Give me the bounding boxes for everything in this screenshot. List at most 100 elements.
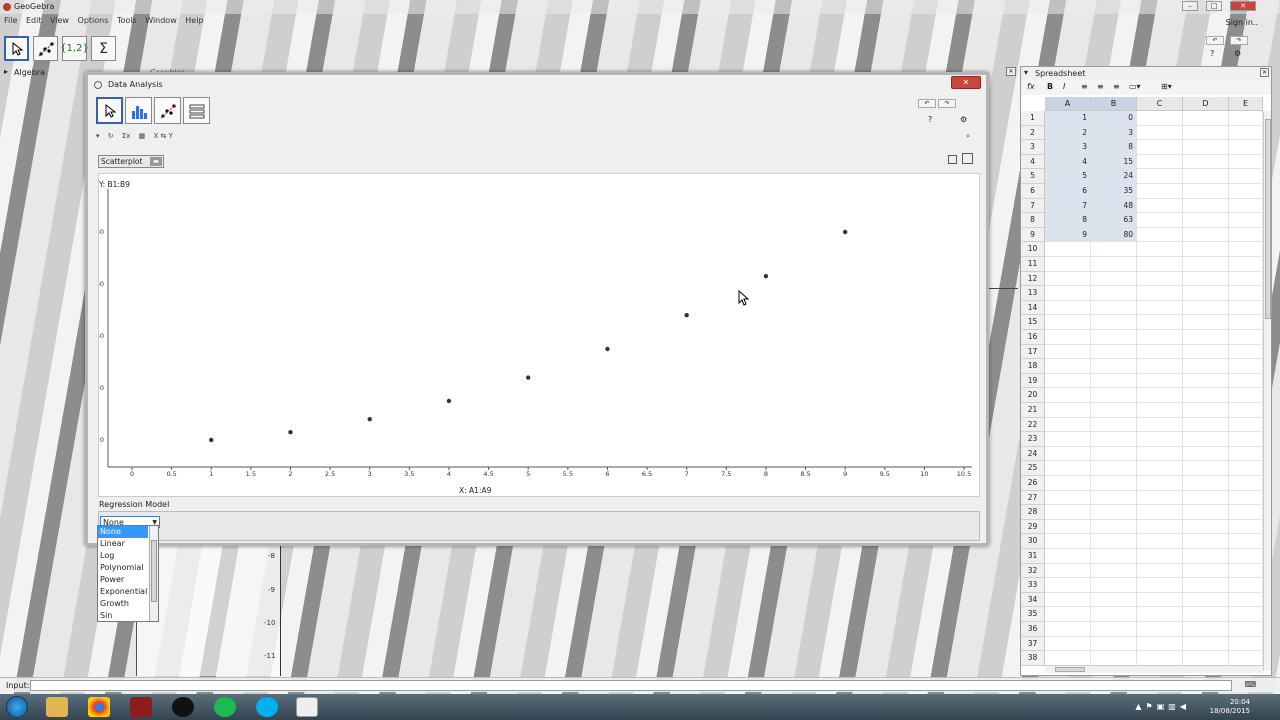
spreadsheet-cell[interactable] [1183, 519, 1229, 535]
spreadsheet-cell[interactable] [1091, 344, 1137, 360]
move-arrow-icon[interactable] [96, 97, 123, 124]
spreadsheet-cell[interactable] [1229, 607, 1263, 622]
spreadsheet-cell[interactable] [1229, 271, 1263, 287]
spreadsheet-cell[interactable] [1045, 417, 1091, 433]
spreadsheet-cell[interactable] [1091, 403, 1137, 418]
plot-type-select[interactable]: Scatterplot ▬ [98, 155, 164, 168]
spreadsheet-cell[interactable] [1045, 359, 1091, 374]
spreadsheet-cell[interactable] [1137, 242, 1183, 257]
spreadsheet-cell[interactable] [1091, 534, 1137, 549]
settings-gear-icon[interactable]: ⚙ [1234, 49, 1241, 58]
spreadsheet-cell[interactable] [1091, 271, 1137, 287]
close-view-button[interactable]: ✕ [1006, 67, 1016, 76]
geogebra-taskbar-icon[interactable] [296, 697, 318, 717]
menu-file[interactable]: File [4, 16, 17, 25]
skype-icon[interactable] [256, 697, 278, 717]
chrome-icon[interactable] [88, 697, 110, 717]
spreadsheet-cell[interactable] [1183, 563, 1229, 579]
spreadsheet-cell[interactable] [1137, 373, 1183, 389]
spreadsheet-cell[interactable] [1229, 184, 1263, 199]
spreadsheet-horizontal-scrollbar[interactable] [1045, 665, 1263, 673]
spreadsheet-cell[interactable] [1045, 519, 1091, 535]
spreadsheet-cell[interactable]: 2 [1045, 125, 1091, 141]
row-header[interactable]: 21 [1021, 403, 1045, 418]
spreadsheet-cell[interactable] [1183, 315, 1229, 330]
spreadsheet-cell[interactable] [1229, 111, 1263, 126]
minimize-button[interactable]: – [1182, 1, 1198, 11]
spreadsheet-cell[interactable] [1229, 417, 1263, 433]
spreadsheet-cell[interactable] [1229, 227, 1263, 243]
close-data-analysis-button[interactable]: ✕ [951, 76, 981, 89]
spreadsheet-cell[interactable] [1137, 198, 1183, 214]
spreadsheet-cell[interactable]: 0 [1091, 111, 1137, 126]
sign-in-link[interactable]: Sign in.. [1226, 18, 1258, 27]
spreadsheet-cell[interactable] [1183, 622, 1229, 637]
spreadsheet-cell[interactable] [1229, 432, 1263, 447]
spreadsheet-cell[interactable] [1045, 330, 1091, 345]
spreadsheet-cell[interactable] [1091, 257, 1137, 272]
row-header[interactable]: 38 [1021, 651, 1045, 666]
spreadsheet-cell[interactable] [1183, 636, 1229, 652]
row-header[interactable]: 10 [1021, 242, 1045, 257]
spreadsheet-cell[interactable] [1091, 242, 1137, 257]
spreadsheet-cell[interactable] [1137, 432, 1183, 447]
row-header[interactable]: 13 [1021, 286, 1045, 301]
spreadsheet-cell[interactable] [1137, 461, 1183, 476]
spreadsheet-cell[interactable] [1137, 300, 1183, 316]
row-header[interactable]: 36 [1021, 622, 1045, 637]
spreadsheet-cell[interactable] [1137, 184, 1183, 199]
spreadsheet-cell[interactable] [1137, 578, 1183, 593]
spreadsheet-cell[interactable] [1045, 257, 1091, 272]
row-header[interactable]: 25 [1021, 461, 1045, 476]
move-arrow-icon[interactable] [4, 36, 29, 61]
row-header[interactable]: 20 [1021, 388, 1045, 403]
help-icon[interactable]: ? [1210, 49, 1214, 58]
spreadsheet-cell[interactable] [1183, 242, 1229, 257]
row-header[interactable]: 28 [1021, 505, 1045, 520]
spreadsheet-vertical-scrollbar[interactable] [1263, 111, 1271, 671]
spreadsheet-cell[interactable]: 3 [1091, 125, 1137, 141]
spreadsheet-cell[interactable] [1229, 505, 1263, 520]
scroll-thumb[interactable] [1265, 119, 1271, 319]
spreadsheet-cell[interactable] [1045, 549, 1091, 564]
spreadsheet-cell[interactable] [1091, 578, 1137, 593]
spreadsheet-cell[interactable] [1045, 622, 1091, 637]
dropdown-scrollbar[interactable] [149, 526, 158, 621]
spreadsheet-cell[interactable] [1045, 636, 1091, 652]
menu-window[interactable]: Window [145, 16, 177, 25]
spreadsheet-cell[interactable]: 80 [1091, 227, 1137, 243]
spreadsheet-cell[interactable] [1091, 549, 1137, 564]
spreadsheet-cell[interactable] [1183, 403, 1229, 418]
spreadsheet-cell[interactable] [1045, 592, 1091, 608]
spreadsheet-cell[interactable] [1137, 315, 1183, 330]
keyboard-icon[interactable]: ⌨ [1244, 680, 1256, 689]
spreadsheet-cell[interactable] [1137, 549, 1183, 564]
spreadsheet-cell[interactable] [1183, 184, 1229, 199]
row-header[interactable]: 34 [1021, 592, 1045, 608]
spreadsheet-cell[interactable] [1137, 622, 1183, 637]
undo-button[interactable]: ↶ [918, 99, 936, 108]
row-header[interactable]: 1 [1021, 111, 1045, 126]
spreadsheet-cell[interactable] [1091, 373, 1137, 389]
spreadsheet-cell[interactable] [1229, 490, 1263, 506]
spreadsheet-cell[interactable] [1183, 198, 1229, 214]
spreadsheet-cell[interactable] [1045, 607, 1091, 622]
row-header[interactable]: 22 [1021, 417, 1045, 433]
one-variable-analysis-icon[interactable] [125, 97, 152, 124]
spreadsheet-cell[interactable] [1229, 286, 1263, 301]
spreadsheet-cell[interactable] [1229, 549, 1263, 564]
spreadsheet-cell[interactable] [1045, 432, 1091, 447]
spreadsheet-cell[interactable] [1183, 446, 1229, 462]
spreadsheet-cell[interactable] [1183, 154, 1229, 170]
spreadsheet-cell[interactable] [1137, 636, 1183, 652]
spreadsheet-cell[interactable] [1091, 432, 1137, 447]
statistics-icon[interactable]: Σx [122, 132, 131, 140]
spreadsheet-cell[interactable] [1229, 359, 1263, 374]
spreadsheet-cell[interactable] [1229, 198, 1263, 214]
spreadsheet-cell[interactable] [1045, 388, 1091, 403]
spreadsheet-cell[interactable] [1137, 257, 1183, 272]
spreadsheet-cell[interactable] [1137, 344, 1183, 360]
spreadsheet-cell[interactable] [1183, 549, 1229, 564]
spreadsheet-cell[interactable] [1183, 417, 1229, 433]
spreadsheet-cell[interactable] [1229, 344, 1263, 360]
